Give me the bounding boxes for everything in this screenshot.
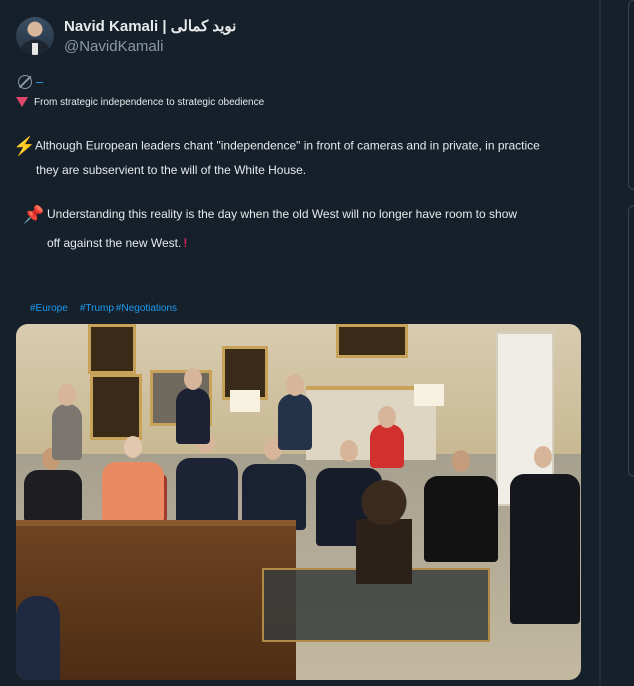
post-line-5: off against the new West.! <box>47 236 187 250</box>
photo-head <box>534 446 552 468</box>
post-photo[interactable] <box>16 324 581 680</box>
post-meta-row: – <box>18 73 43 89</box>
post-line-4: 📌 Understanding this reality is the day w… <box>23 205 517 225</box>
post-line-2: ⚡Although European leaders chant "indepe… <box>13 136 540 157</box>
photo-lamp <box>414 384 444 406</box>
author-handle[interactable]: @NavidKamali <box>64 38 163 55</box>
timeline-right-border <box>599 0 601 686</box>
photo-head <box>452 450 470 472</box>
photo-person <box>370 424 404 468</box>
sidebar-card-edge <box>628 0 634 190</box>
photo-person <box>24 470 82 522</box>
photo-person <box>176 458 238 528</box>
avatar[interactable] <box>16 17 54 55</box>
photo-head <box>340 440 358 462</box>
photo-person <box>102 462 164 522</box>
red-triangle-down-icon <box>16 97 28 108</box>
post-line-3: they are subservient to the will of the … <box>36 163 306 177</box>
meta-dash: – <box>36 74 44 90</box>
photo-person <box>176 388 210 444</box>
sidebar-card-edge <box>628 205 634 477</box>
hashtag-negotiations[interactable]: #Negotiations <box>116 303 177 314</box>
photo-head <box>378 406 396 428</box>
photo-person <box>52 404 82 460</box>
photo-person <box>510 474 580 624</box>
post-line-5-text: off against the new West. <box>47 236 182 250</box>
hashtag-row: #Europe #Trump #Negotiations <box>30 303 189 314</box>
photo-portrait-frame <box>336 324 408 358</box>
photo-head <box>286 374 304 396</box>
author-display-name[interactable]: Navid Kamali | نوید کمالی <box>64 17 236 35</box>
post-line-4-text: Understanding this reality is the day wh… <box>47 207 518 222</box>
post-line-3-text: they are subservient to the will of the … <box>36 163 307 177</box>
photo-person <box>16 596 60 680</box>
photo-head <box>124 436 142 458</box>
photo-portrait-frame <box>88 324 136 374</box>
hashtag-trump[interactable]: #Trump <box>80 303 114 314</box>
photo-lamp <box>230 390 260 412</box>
high-voltage-icon: ⚡ <box>13 136 36 156</box>
globe-icon <box>18 74 32 89</box>
photo-head <box>184 368 202 390</box>
post-line-1: From strategic independence to strategic… <box>16 97 264 108</box>
hashtag-europe[interactable]: #Europe <box>30 303 68 314</box>
photo-bust-statue <box>356 474 412 584</box>
post-line-1-text: From strategic independence to strategic… <box>34 97 265 108</box>
exclamation-mark: ! <box>183 236 188 250</box>
pushpin-icon: 📌 <box>23 205 45 224</box>
photo-person <box>424 476 498 562</box>
photo-portrait-frame <box>90 374 142 440</box>
post-line-2-text: Although European leaders chant "indepen… <box>35 138 540 153</box>
photo-person <box>278 394 312 450</box>
photo-head <box>58 384 76 406</box>
